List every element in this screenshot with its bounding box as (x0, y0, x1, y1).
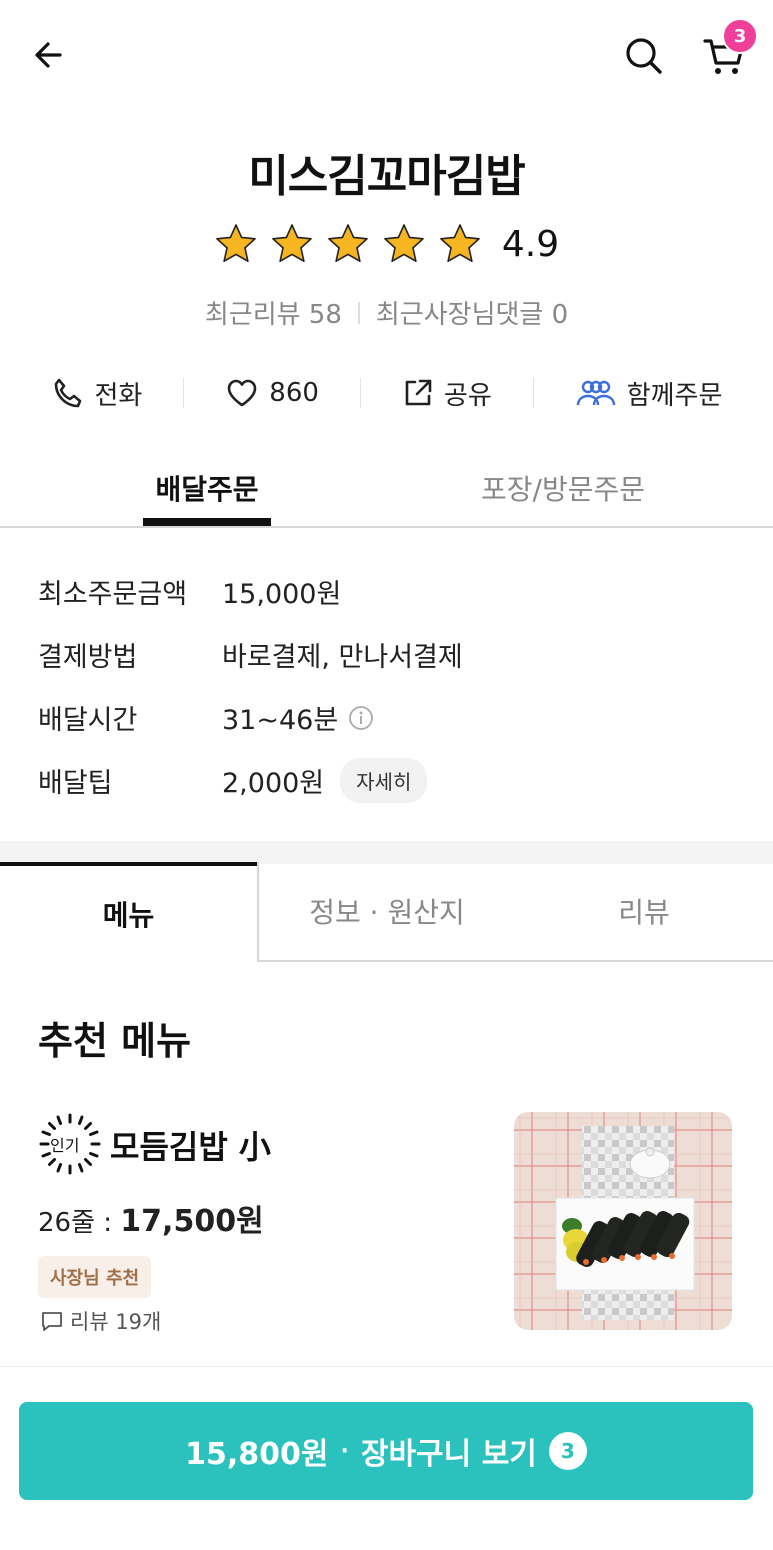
view-cart-label: 장바구니 보기 (360, 1437, 537, 1472)
info-label: 배달팁 (38, 768, 113, 799)
divider (183, 378, 185, 408)
divider (359, 378, 361, 408)
info-value-wrap: 31~46분 (222, 698, 374, 737)
info-label: 최소주문금액 (38, 579, 188, 610)
owner-recommend-badge: 사장님 추천 (38, 1256, 152, 1298)
tip-detail-button[interactable]: 자세히 (340, 758, 428, 803)
active-tab-indicator (143, 518, 271, 526)
comment-icon (42, 1312, 62, 1331)
delivery-time-value: 31~46분 (222, 705, 339, 736)
star-icon (384, 224, 424, 262)
rating-row: 4.9 (0, 222, 773, 266)
separator-dot: · (340, 1438, 349, 1464)
share-button[interactable]: 공유 (402, 375, 492, 412)
info-label: 결제방법 (38, 642, 138, 673)
owner-replies-link[interactable]: 최근사장님댓글 0 (376, 294, 568, 331)
heart-icon (227, 379, 257, 407)
order-type-tabs: 배달주문 포장/방문주문 (0, 450, 773, 528)
delivery-tip-row: 배달팁 2,000원 자세히 (38, 749, 738, 812)
info-label: 배달시간 (38, 705, 138, 736)
item-qty: 26줄 : (38, 1208, 121, 1238)
tab-info-origin[interactable]: 정보 · 원산지 (257, 862, 515, 962)
star-icon (272, 224, 312, 262)
section-title: 추천 메뉴 (38, 1019, 192, 1063)
item-name: 모듬김밥 小 (110, 1128, 271, 1166)
delivery-info: 최소주문금액 15,000원 결제방법 바로결제, 만나서결제 배달시간 31~… (38, 560, 738, 812)
back-arrow-icon[interactable] (26, 32, 72, 78)
cart-total: 15,800원 (185, 1437, 329, 1472)
share-icon (405, 379, 432, 406)
item-review-count: 리뷰 19개 (40, 1306, 161, 1336)
info-value: 15,000원 (222, 579, 342, 610)
info-circle-icon[interactable] (348, 705, 374, 731)
share-label: 공유 (443, 380, 492, 411)
info-value-wrap: 2,000원 자세히 (222, 758, 428, 803)
star-icon (328, 224, 368, 262)
call-button[interactable]: 전화 (50, 375, 142, 412)
tab-reviews[interactable]: 리뷰 (515, 862, 773, 962)
tab-delivery[interactable]: 배달주문 (143, 468, 271, 508)
menu-tabs: 메뉴 정보 · 원산지 리뷰 (0, 862, 773, 962)
group-order-label: 함께주문 (626, 380, 723, 411)
phone-icon (55, 378, 82, 408)
item-price-value: 17,500원 (120, 1204, 264, 1239)
cart-item-count: 3 (548, 1432, 587, 1470)
popular-badge-text: 인기 (50, 1136, 80, 1155)
recent-reviews-link[interactable]: 최근리뷰 58 (205, 294, 342, 331)
tab-pickup[interactable]: 포장/방문주문 (458, 468, 668, 508)
info-value: 바로결제, 만나서결제 (222, 642, 463, 673)
delivery-time-row: 배달시간 31~46분 (38, 686, 738, 749)
view-cart-button[interactable]: 15,800원 · 장바구니 보기 3 (19, 1402, 753, 1500)
divider (357, 301, 360, 324)
group-people-icon (576, 380, 615, 406)
call-label: 전화 (94, 380, 143, 411)
star-icon (216, 224, 256, 262)
like-button[interactable]: 860 (225, 376, 319, 410)
menu-item[interactable]: 인기 모듬김밥 小 26줄 : 17,500원 사장님 추천 리뷰 19개 (38, 1110, 738, 1340)
item-photo (514, 1112, 732, 1330)
review-summary: 최근리뷰 58 최근사장님댓글 0 (0, 294, 773, 331)
top-bar: 3 (0, 0, 773, 110)
item-price: 26줄 : 17,500원 (38, 1196, 264, 1240)
like-count: 860 (269, 378, 319, 408)
rating-value: 4.9 (501, 223, 560, 265)
divider (0, 1366, 773, 1367)
star-icon (440, 224, 480, 262)
group-order-button[interactable]: 함께주문 (575, 375, 723, 412)
store-name: 미스김꼬마김밥 (248, 151, 525, 202)
min-order-row: 최소주문금액 15,000원 (38, 560, 738, 623)
delivery-tip-value: 2,000원 (222, 768, 325, 799)
store-actions: 전화 860 공유 함께주문 (0, 365, 773, 421)
search-icon[interactable] (620, 32, 668, 80)
cart-count-badge: 3 (722, 18, 758, 54)
review-count-text: 리뷰 19개 (70, 1310, 162, 1334)
section-divider (0, 842, 773, 864)
divider (532, 378, 534, 408)
tab-menu[interactable]: 메뉴 (0, 862, 257, 962)
payment-row: 결제방법 바로결제, 만나서결제 (38, 623, 738, 686)
